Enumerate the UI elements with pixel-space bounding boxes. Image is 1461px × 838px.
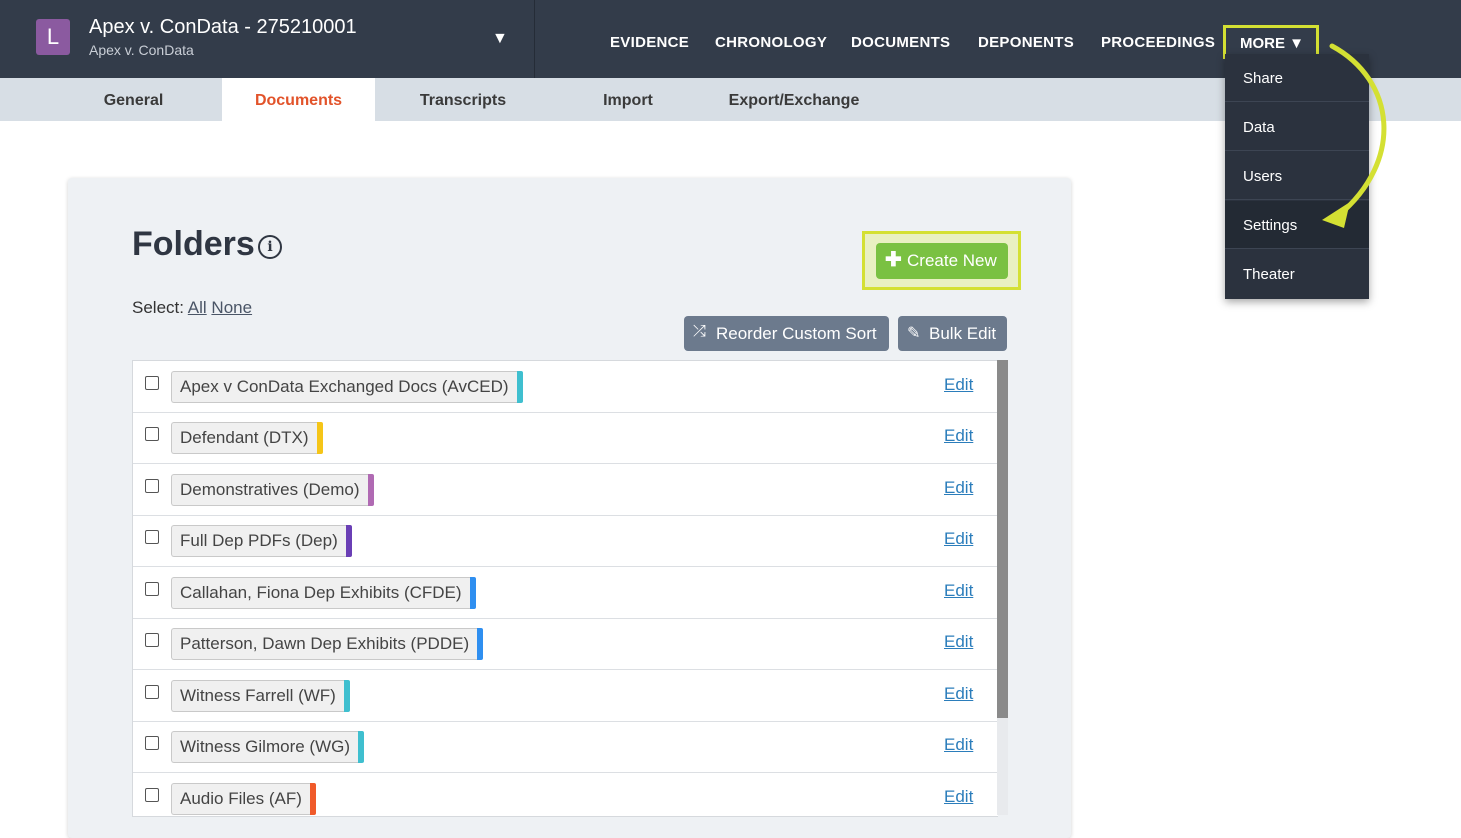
folder-edit-link[interactable]: Edit bbox=[944, 632, 973, 652]
folder-color-bar bbox=[345, 525, 352, 557]
folder-edit-link[interactable]: Edit bbox=[944, 478, 973, 498]
folder-checkbox[interactable] bbox=[145, 479, 159, 493]
bulk-edit-button[interactable]: ✎ Bulk Edit bbox=[898, 316, 1007, 351]
folder-name: Audio Files (AF) bbox=[180, 789, 302, 808]
select-all-link[interactable]: All bbox=[188, 298, 207, 317]
folder-checkbox[interactable] bbox=[145, 582, 159, 596]
folder-color-bar bbox=[309, 783, 316, 815]
folder-checkbox[interactable] bbox=[145, 633, 159, 647]
folder-row: Audio Files (AF) Edit bbox=[133, 773, 998, 816]
tab-general[interactable]: General bbox=[46, 78, 221, 121]
nav-chronology[interactable]: CHRONOLOGY bbox=[715, 34, 827, 51]
case-selector[interactable]: L Apex v. ConData - 275210001 Apex v. Co… bbox=[0, 0, 535, 78]
menu-item-label: Users bbox=[1243, 168, 1283, 185]
folder-name: Patterson, Dawn Dep Exhibits (PDDE) bbox=[180, 634, 470, 653]
folder-edit-link[interactable]: Edit bbox=[944, 529, 973, 549]
folder-edit-link[interactable]: Edit bbox=[944, 787, 973, 807]
list-scrollbar-thumb[interactable] bbox=[997, 360, 1008, 718]
menu-item-label: Theater bbox=[1243, 266, 1295, 283]
folder-row: Full Dep PDFs (Dep) Edit bbox=[133, 515, 998, 567]
bulk-edit-label: Bulk Edit bbox=[929, 324, 997, 343]
plus-icon: ✚ bbox=[885, 249, 902, 271]
folder-checkbox[interactable] bbox=[145, 530, 159, 544]
folder-tag[interactable]: Patterson, Dawn Dep Exhibits (PDDE) bbox=[171, 628, 484, 660]
folder-tag[interactable]: Witness Farrell (WF) bbox=[171, 680, 350, 712]
annotation-arrow-icon bbox=[1322, 43, 1387, 228]
folder-name: Witness Farrell (WF) bbox=[180, 686, 336, 705]
folder-checkbox[interactable] bbox=[145, 376, 159, 390]
folder-name: Apex v ConData Exchanged Docs (AvCED) bbox=[180, 377, 509, 396]
folder-checkbox[interactable] bbox=[145, 788, 159, 802]
folder-tag[interactable]: Defendant (DTX) bbox=[171, 422, 323, 454]
folder-checkbox[interactable] bbox=[145, 427, 159, 441]
tab-transcripts[interactable]: Transcripts bbox=[378, 78, 548, 121]
folder-name: Defendant (DTX) bbox=[180, 428, 309, 447]
folder-color-bar bbox=[343, 680, 350, 712]
menu-item-label: Share bbox=[1243, 70, 1284, 87]
create-new-button[interactable]: ✚ Create New bbox=[876, 243, 1008, 279]
create-new-label: Create New bbox=[907, 251, 997, 270]
tab-import[interactable]: Import bbox=[548, 78, 708, 121]
select-label: Select: bbox=[132, 298, 184, 317]
nav-proceedings[interactable]: PROCEEDINGS bbox=[1101, 34, 1215, 51]
folder-tag[interactable]: Audio Files (AF) bbox=[171, 783, 316, 815]
folder-list: Apex v ConData Exchanged Docs (AvCED) Ed… bbox=[132, 360, 998, 817]
reorder-custom-sort-button[interactable]: ⤮ Reorder Custom Sort bbox=[684, 316, 889, 351]
case-subtitle: Apex v. ConData bbox=[89, 42, 194, 58]
folder-tag[interactable]: Apex v ConData Exchanged Docs (AvCED) bbox=[171, 371, 523, 403]
folder-row: Defendant (DTX) Edit bbox=[133, 412, 998, 464]
tab-documents[interactable]: Documents bbox=[222, 78, 375, 121]
folder-color-bar bbox=[469, 577, 476, 609]
folder-edit-link[interactable]: Edit bbox=[944, 735, 973, 755]
menu-item-label: Data bbox=[1243, 119, 1275, 136]
folder-color-bar bbox=[358, 731, 364, 763]
info-icon[interactable]: i bbox=[258, 235, 282, 259]
case-dropdown-caret-icon[interactable]: ▼ bbox=[492, 31, 508, 47]
menu-item-label: Settings bbox=[1243, 217, 1298, 234]
reorder-label: Reorder Custom Sort bbox=[716, 324, 877, 343]
menu-item-theater[interactable]: Theater bbox=[1225, 250, 1369, 298]
folder-tag[interactable]: Witness Gilmore (WG) bbox=[171, 731, 364, 763]
folder-name: Full Dep PDFs (Dep) bbox=[180, 531, 338, 550]
folder-row: Witness Gilmore (WG) Edit bbox=[133, 721, 998, 773]
nav-more[interactable]: MORE ▼ bbox=[1240, 35, 1304, 52]
folder-name: Callahan, Fiona Dep Exhibits (CFDE) bbox=[180, 583, 462, 602]
folder-name: Witness Gilmore (WG) bbox=[180, 737, 350, 756]
folder-tag[interactable]: Demonstratives (Demo) bbox=[171, 474, 374, 506]
folder-row: Callahan, Fiona Dep Exhibits (CFDE) Edit bbox=[133, 567, 998, 619]
folder-color-bar bbox=[316, 422, 323, 454]
folder-color-bar bbox=[516, 371, 523, 403]
folder-edit-link[interactable]: Edit bbox=[944, 581, 973, 601]
case-title: Apex v. ConData - 275210001 bbox=[89, 16, 357, 38]
folder-row: Demonstratives (Demo) Edit bbox=[133, 464, 998, 516]
shuffle-icon: ⤮ bbox=[693, 323, 706, 340]
nav-documents[interactable]: DOCUMENTS bbox=[851, 34, 950, 51]
folder-row: Apex v ConData Exchanged Docs (AvCED) Ed… bbox=[133, 361, 998, 413]
tab-export-exchange[interactable]: Export/Exchange bbox=[708, 78, 880, 121]
folder-edit-link[interactable]: Edit bbox=[944, 684, 973, 704]
folder-edit-link[interactable]: Edit bbox=[944, 426, 973, 446]
folder-checkbox[interactable] bbox=[145, 736, 159, 750]
pencil-icon: ✎ bbox=[907, 325, 921, 342]
folder-checkbox[interactable] bbox=[145, 685, 159, 699]
folder-tag[interactable]: Full Dep PDFs (Dep) bbox=[171, 525, 352, 557]
folder-color-bar bbox=[477, 628, 484, 660]
folder-edit-link[interactable]: Edit bbox=[944, 375, 973, 395]
case-avatar: L bbox=[36, 19, 70, 55]
folder-name: Demonstratives (Demo) bbox=[180, 480, 360, 499]
folder-tag[interactable]: Callahan, Fiona Dep Exhibits (CFDE) bbox=[171, 577, 476, 609]
folder-row: Witness Farrell (WF) Edit bbox=[133, 670, 998, 722]
folder-row: Patterson, Dawn Dep Exhibits (PDDE) Edit bbox=[133, 618, 998, 670]
nav-evidence[interactable]: EVIDENCE bbox=[610, 34, 689, 51]
select-controls: Select: All None bbox=[132, 298, 252, 318]
nav-deponents[interactable]: DEPONENTS bbox=[978, 34, 1074, 51]
folder-color-bar bbox=[367, 474, 374, 506]
page-title: Folders bbox=[132, 225, 255, 263]
select-none-link[interactable]: None bbox=[211, 298, 252, 317]
